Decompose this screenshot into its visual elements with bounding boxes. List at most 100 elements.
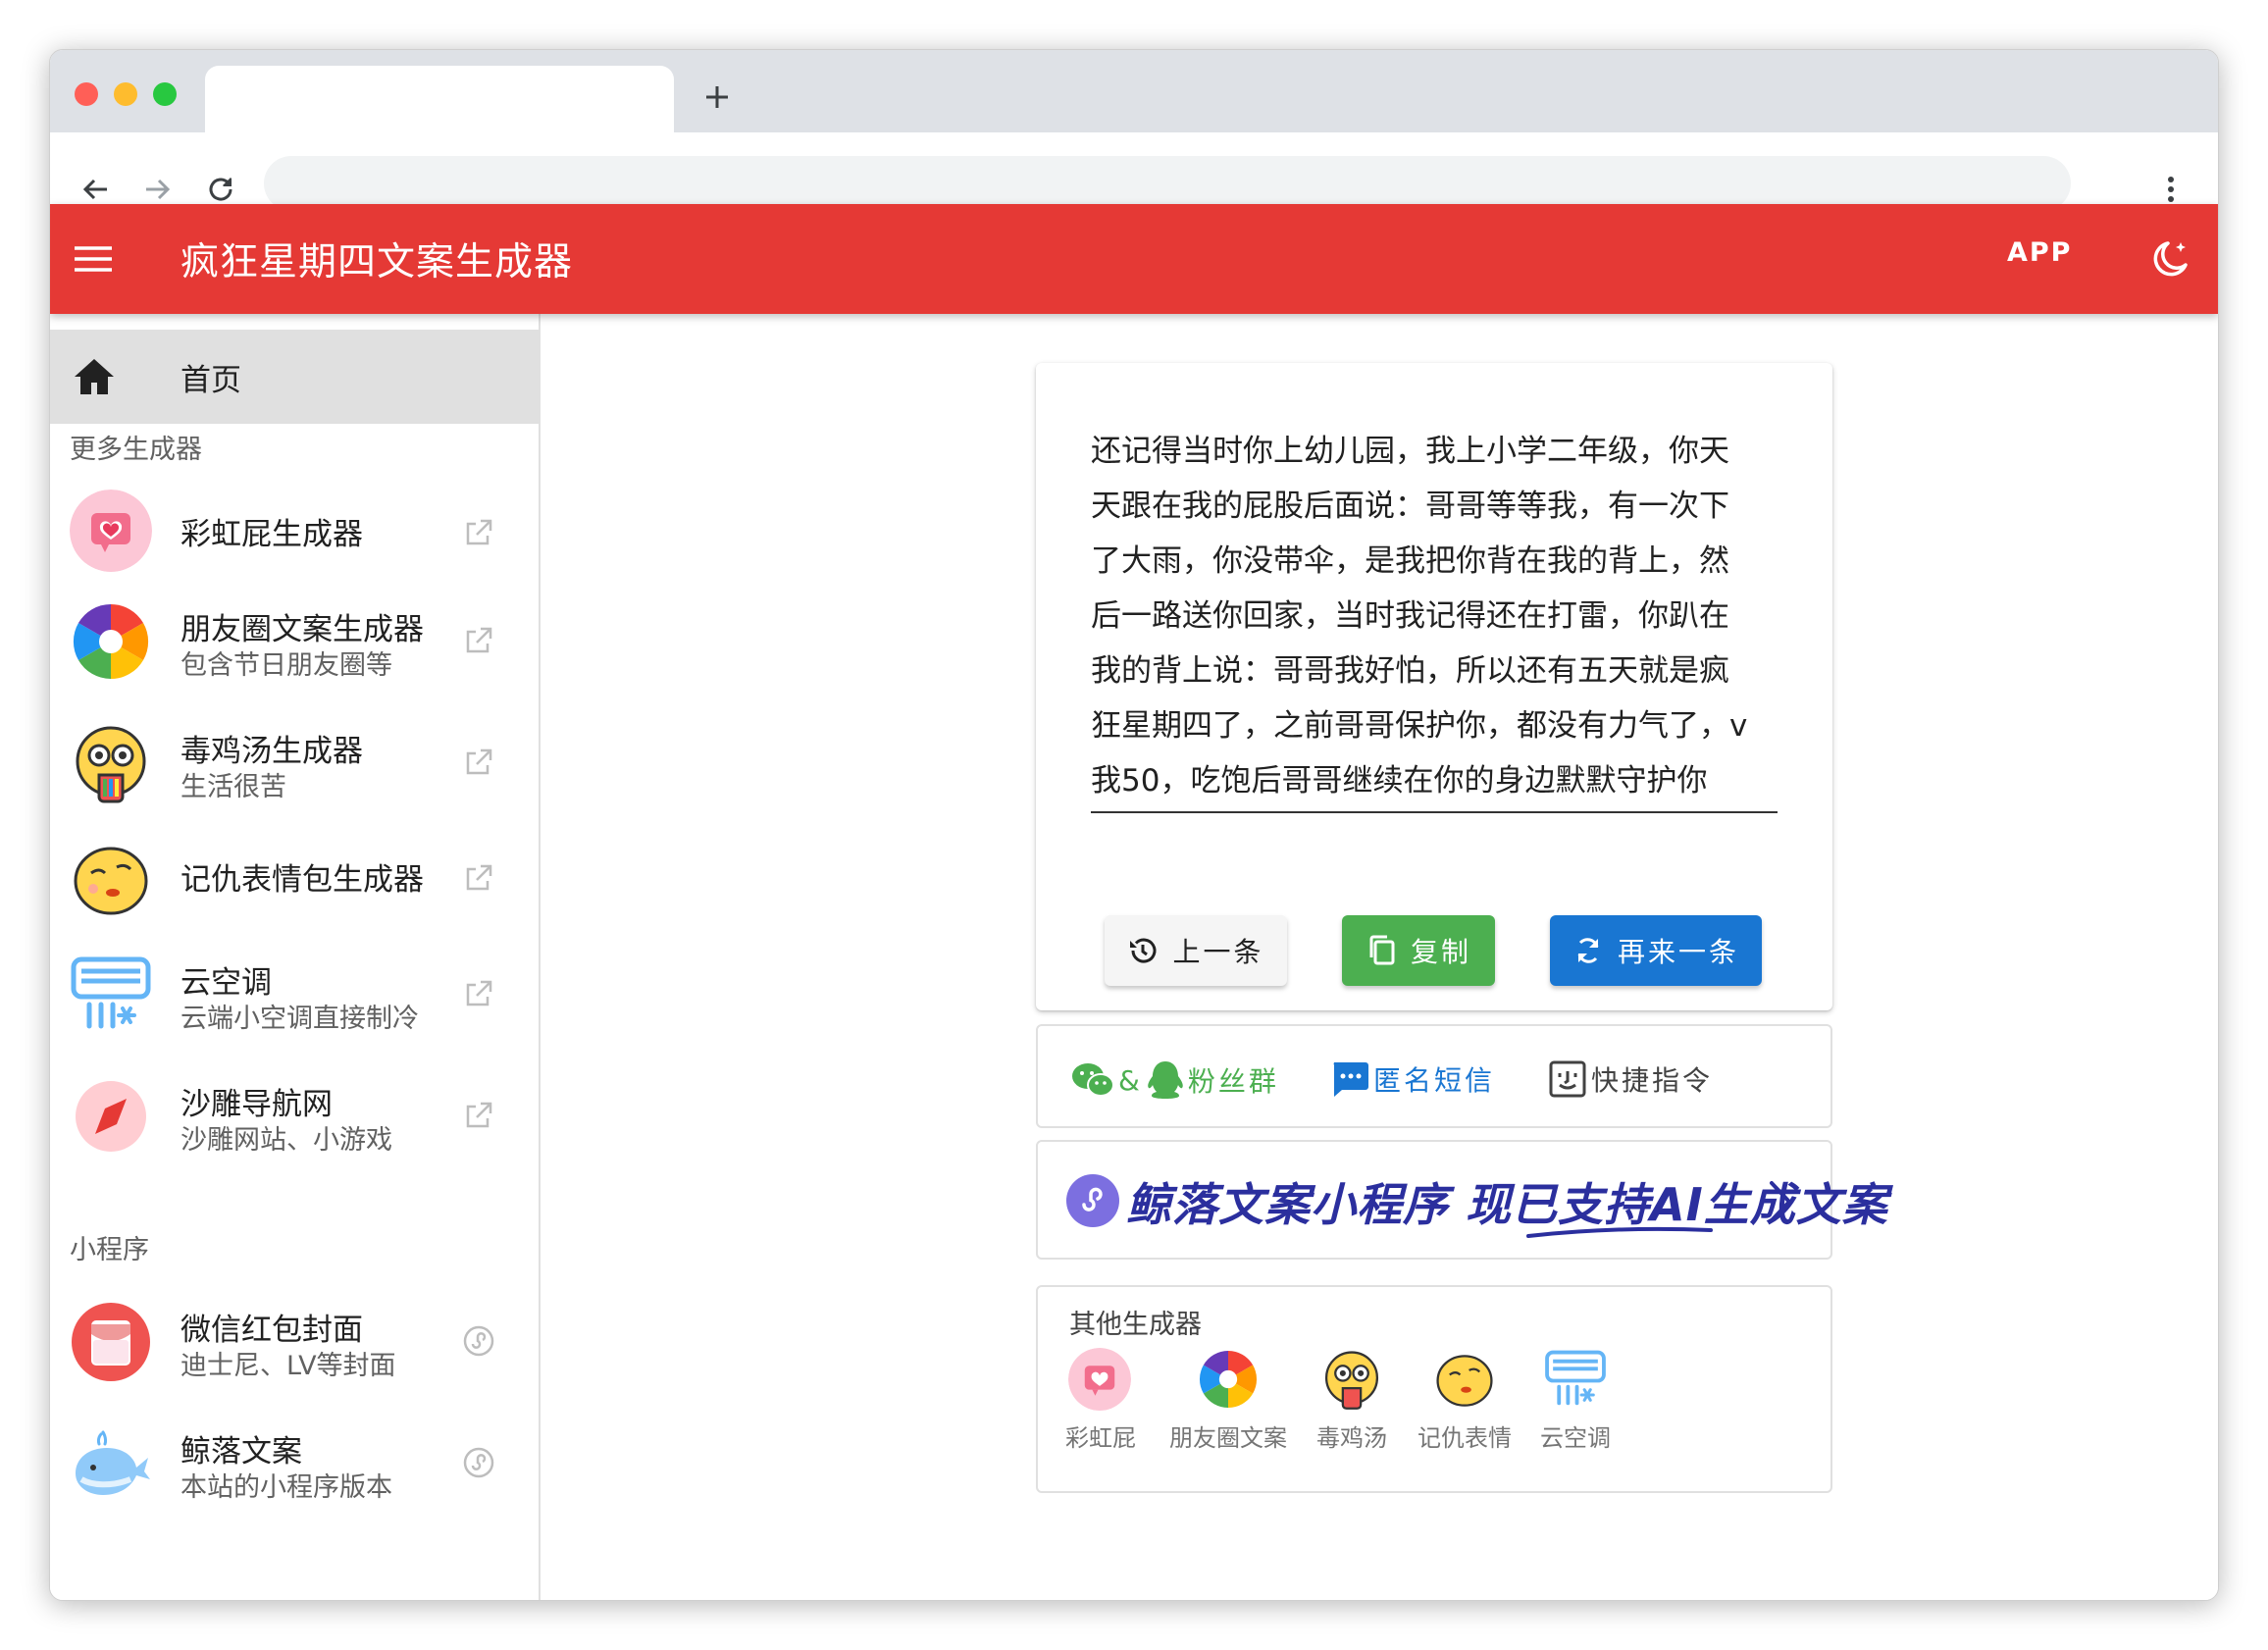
previous-button[interactable]: 上一条 <box>1105 915 1287 986</box>
grudge-emoji-icon <box>70 838 152 920</box>
browser-window: 疯狂星期四文案生成器 APP 首页 更多生成器 彩虹屁生成器 朋友圈文案生成器 … <box>49 49 2219 1601</box>
sidebar-item-title: 鲸落文案 <box>180 1434 302 1470</box>
minimize-window-button[interactable] <box>114 82 137 106</box>
qq-icon <box>1148 1061 1183 1099</box>
copy-button[interactable]: 复制 <box>1342 915 1495 986</box>
anonymous-sms-link[interactable]: 匿名短信 <box>1330 1059 1495 1099</box>
other-generators-title: 其他生成器 <box>1069 1310 1202 1340</box>
sidebar: 首页 更多生成器 彩虹屁生成器 朋友圈文案生成器 包含节日朋友圈等 毒鸡汤生成器… <box>50 314 541 1600</box>
copy-line: 我的背上说：哥哥我好怕，所以还有五天就是疯 <box>1091 653 1729 689</box>
sidebar-subheader-more: 更多生成器 <box>70 435 202 465</box>
sidebar-item-rainbow[interactable]: 彩虹屁生成器 <box>50 477 539 585</box>
camera-aperture-icon <box>1197 1348 1260 1411</box>
sidebar-item-title: 沙雕导航网 <box>180 1087 333 1122</box>
address-bar[interactable] <box>264 156 2071 211</box>
other-generators-card: 其他生成器 彩虹屁 朋友圈文案 毒鸡汤 记仇表情 云空调 <box>1036 1285 1832 1493</box>
sidebar-item-cloud-ac[interactable]: 云空调 云端小空调直接制冷 <box>50 938 539 1046</box>
close-window-button[interactable] <box>75 82 98 106</box>
wechat-icon <box>1072 1063 1114 1097</box>
copy-line: 天跟在我的屁股后面说：哥哥等等我，有一次下 <box>1091 489 1729 524</box>
copy-icon <box>1369 935 1395 965</box>
open-external-icon[interactable] <box>462 977 495 1010</box>
sidebar-item-sand-nav[interactable]: 沙雕导航网 沙雕网站、小游戏 <box>50 1059 539 1167</box>
sidebar-item-title: 彩虹屁生成器 <box>180 517 363 552</box>
other-gen-label: 记仇表情 <box>1418 1424 1512 1452</box>
other-gen-poison-soup[interactable]: 毒鸡汤 <box>1314 1348 1389 1453</box>
refresh-icon <box>1577 938 1599 963</box>
sidebar-item-title: 记仇表情包生成器 <box>180 862 424 898</box>
main-content: 还记得当时你上幼儿园，我上小学二年级，你天 天跟在我的屁股后面说：哥哥等等我，有… <box>541 314 2218 1600</box>
new-tab-button[interactable] <box>697 77 737 117</box>
sidebar-item-subtitle: 本站的小程序版本 <box>180 1472 392 1503</box>
sidebar-item-grudge-meme[interactable]: 记仇表情包生成器 <box>50 822 539 930</box>
text-field-underline <box>1091 811 1778 813</box>
sidebar-item-subtitle: 沙雕网站、小游戏 <box>180 1125 392 1156</box>
app-button[interactable]: APP <box>2007 237 2072 268</box>
underline-swash <box>1526 1226 1713 1238</box>
next-button[interactable]: 再来一条 <box>1550 915 1762 986</box>
mini-program-logo-icon <box>1066 1174 1119 1227</box>
page-title: 疯狂星期四文案生成器 <box>180 240 574 284</box>
mini-program-icon[interactable] <box>462 1446 495 1479</box>
sidebar-item-title: 微信红包封面 <box>180 1313 363 1348</box>
whale-icon <box>70 1422 152 1505</box>
shortcuts-label: 快捷指令 <box>1591 1064 1714 1097</box>
other-gen-label: 云空调 <box>1540 1424 1611 1452</box>
open-external-icon[interactable] <box>462 746 495 779</box>
sidebar-item-poison-soup[interactable]: 毒鸡汤生成器 生活很苦 <box>50 706 539 814</box>
sidebar-item-title: 毒鸡汤生成器 <box>180 734 363 769</box>
sidebar-item-subtitle: 生活很苦 <box>180 772 286 802</box>
copy-line: 了大雨，你没带伞，是我把你背在我的背上，然 <box>1091 543 1729 579</box>
sidebar-item-home[interactable]: 首页 <box>50 330 539 424</box>
reload-icon <box>209 178 232 201</box>
air-conditioner-icon <box>1544 1348 1607 1411</box>
browser-tab[interactable] <box>205 66 674 132</box>
rainbow-fart-icon <box>70 490 152 572</box>
arrow-left-icon <box>82 179 107 200</box>
other-gen-moments[interactable]: 朋友圈文案 <box>1167 1348 1289 1453</box>
other-gen-cloud-ac[interactable]: 云空调 <box>1538 1348 1613 1453</box>
copy-text-area[interactable]: 还记得当时你上幼儿园，我上小学二年级，你天 天跟在我的屁股后面说：哥哥等等我，有… <box>1091 424 1778 808</box>
poison-soup-emoji-icon <box>70 722 152 804</box>
sidebar-item-whale-copy[interactable]: 鲸落文案 本站的小程序版本 <box>50 1407 539 1515</box>
other-gen-label: 朋友圈文案 <box>1169 1424 1287 1452</box>
other-gen-grudge[interactable]: 记仇表情 <box>1415 1348 1515 1453</box>
grudge-emoji-icon <box>1433 1348 1496 1411</box>
open-external-icon[interactable] <box>462 516 495 549</box>
sidebar-item-moments[interactable]: 朋友圈文案生成器 包含节日朋友圈等 <box>50 585 539 693</box>
rainbow-fart-icon <box>1068 1348 1131 1411</box>
maximize-window-button[interactable] <box>153 82 177 106</box>
copy-label: 复制 <box>1410 936 1471 968</box>
shortcuts-link[interactable]: 快捷指令 <box>1548 1059 1713 1099</box>
previous-label: 上一条 <box>1172 936 1264 968</box>
other-gen-rainbow[interactable]: 彩虹屁 <box>1065 1348 1136 1453</box>
sidebar-item-red-packet[interactable]: 微信红包封面 迪士尼、LV等封面 <box>50 1285 539 1393</box>
anonymous-sms-label: 匿名短信 <box>1373 1064 1496 1097</box>
open-external-icon[interactable] <box>462 624 495 657</box>
menu-button[interactable] <box>72 237 115 281</box>
dark-mode-toggle[interactable] <box>2144 233 2195 284</box>
open-external-icon[interactable] <box>462 1099 495 1132</box>
mini-program-banner[interactable]: 鲸落文案小程序 现已支持AI生成文案 <box>1036 1140 1887 1260</box>
sidebar-item-subtitle: 云端小空调直接制冷 <box>180 1004 419 1034</box>
sidebar-item-subtitle: 迪士尼、LV等封面 <box>180 1351 396 1381</box>
message-icon <box>1333 1062 1368 1097</box>
history-icon <box>1130 938 1157 963</box>
copy-line: 还记得当时你上幼儿园，我上小学二年级，你天 <box>1091 434 1729 469</box>
fans-group-label: 粉丝群 <box>1187 1065 1279 1098</box>
copy-line: 狂星期四了，之前哥哥保护你，都没有力气了，v <box>1091 708 1748 744</box>
next-label: 再来一条 <box>1617 936 1739 968</box>
fans-group-link[interactable]: & 粉丝群 <box>1071 1059 1279 1101</box>
browser-tab-bar <box>50 50 2218 132</box>
camera-aperture-icon <box>70 600 152 683</box>
open-external-icon[interactable] <box>462 861 495 895</box>
mini-program-icon[interactable] <box>462 1324 495 1358</box>
moon-stars-icon <box>2153 241 2188 277</box>
sidebar-home-label: 首页 <box>180 363 241 398</box>
copy-line: 后一路送你回家，当时我记得还在打雷，你趴在 <box>1091 598 1729 634</box>
red-packet-icon <box>70 1301 152 1383</box>
app-bar: 疯狂星期四文案生成器 APP <box>50 204 2218 314</box>
compass-icon <box>70 1075 152 1158</box>
chevron-right-icon <box>1770 1181 1792 1222</box>
other-gen-label: 彩虹屁 <box>1065 1424 1136 1452</box>
